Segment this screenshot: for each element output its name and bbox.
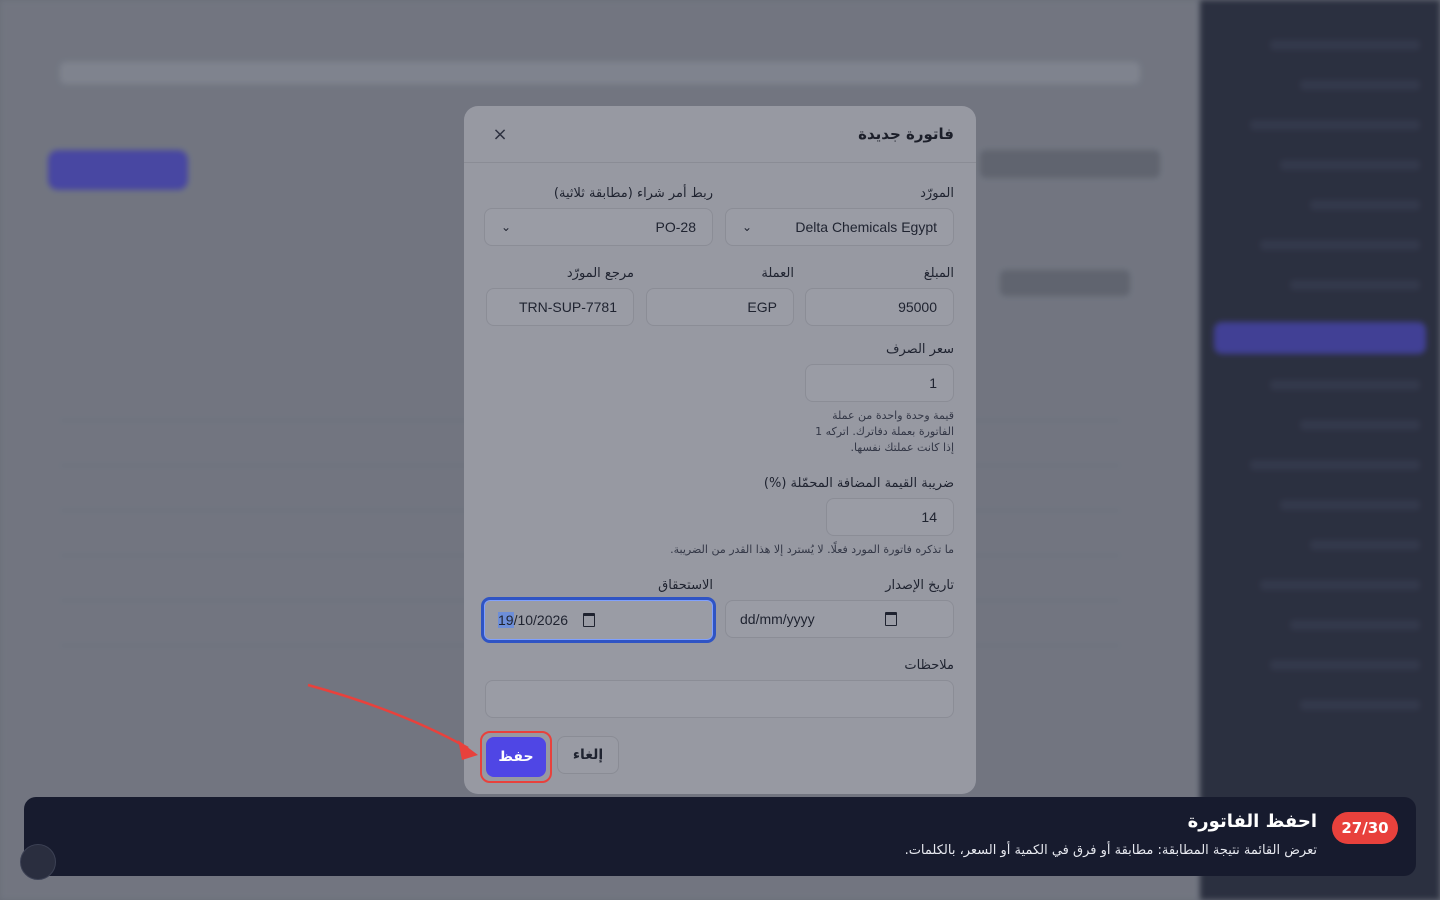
supplier-label: المورّد — [920, 186, 954, 201]
banner-title: احفظ الفاتورة — [1187, 811, 1317, 832]
exchange-rate-label: سعر الصرف — [886, 342, 954, 357]
vat-input[interactable]: 14 — [826, 498, 954, 536]
po-link-label: ربط أمر شراء (مطابقة ثلاثية) — [553, 186, 713, 201]
cancel-button[interactable]: إلغاء — [557, 736, 619, 774]
po-link-select[interactable]: PO-28 ⌄ — [484, 208, 713, 246]
supplier-select[interactable]: Delta Chemicals Egypt ⌄ — [725, 208, 954, 246]
due-date-rest: /10/2026 — [513, 612, 569, 628]
supplier-ref-input[interactable]: TRN-SUP-7781 — [486, 288, 634, 326]
chevron-down-icon: ⌄ — [742, 220, 753, 234]
issue-date-value: dd/mm/yyyy — [740, 611, 815, 627]
supplier-ref-value: TRN-SUP-7781 — [518, 299, 617, 315]
help-icon[interactable] — [20, 844, 56, 880]
exchange-rate-hint: قيمة وحدة واحدة من عملة الفاتورة بعملة د… — [815, 409, 954, 454]
vat-value: 14 — [921, 509, 937, 525]
save-button-highlight: حفظ — [480, 731, 552, 783]
calendar-icon[interactable] — [885, 612, 897, 626]
amount-input[interactable]: 95000 — [805, 288, 954, 326]
exchange-rate-input[interactable]: 1 — [805, 364, 954, 402]
tour-banner: 27/30 احفظ الفاتورة تعرض القائمة نتيجة ا… — [24, 797, 1416, 876]
currency-value: EGP — [747, 299, 777, 315]
supplier-ref-label: مرجع المورّد — [566, 266, 634, 281]
amount-label: المبلغ — [923, 266, 954, 281]
vat-hint: ما تذكره فاتورة المورد فعلًا. لا يُسترد … — [670, 543, 954, 556]
chevron-down-icon: ⌄ — [501, 220, 512, 234]
save-button[interactable]: حفظ — [486, 737, 546, 777]
vat-label: ضريبة القيمة المضافة المحمّلة (%) — [763, 476, 954, 491]
currency-input[interactable]: EGP — [646, 288, 794, 326]
issue-date-label: تاريخ الإصدار — [885, 578, 954, 593]
issue-date-input[interactable]: dd/mm/yyyy — [725, 600, 954, 638]
due-date-value: 19/10/2026 — [498, 612, 568, 628]
invoice-form: المورّد Delta Chemicals Egypt ⌄ ربط أمر … — [0, 0, 1440, 900]
banner-description: تعرض القائمة نتيجة المطابقة: مطابقة أو ف… — [904, 843, 1317, 858]
notes-label: ملاحظات — [904, 658, 954, 673]
supplier-value: Delta Chemicals Egypt — [795, 219, 937, 235]
calendar-icon[interactable] — [583, 613, 595, 627]
due-date-day-selected: 19 — [498, 612, 514, 628]
exchange-rate-value: 1 — [929, 375, 937, 391]
currency-label: العملة — [761, 266, 794, 281]
amount-value: 95000 — [898, 299, 937, 315]
notes-input[interactable] — [485, 680, 954, 718]
due-date-input[interactable]: 19/10/2026 — [481, 597, 716, 643]
po-link-value: PO-28 — [655, 219, 696, 235]
step-badge: 27/30 — [1332, 812, 1398, 844]
due-date-label: الاستحقاق — [658, 578, 713, 593]
